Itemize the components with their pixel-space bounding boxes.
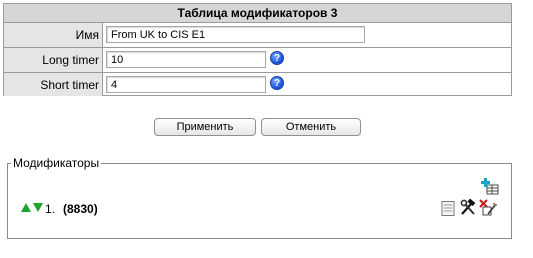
apply-button[interactable]: Применить bbox=[154, 118, 256, 136]
short-timer-label: Short timer bbox=[4, 73, 103, 96]
modifiers-legend: Модификаторы bbox=[11, 156, 102, 170]
form-row-long-timer: Long timer ? bbox=[4, 48, 511, 73]
long-timer-label: Long timer bbox=[4, 48, 103, 72]
arrow-down-icon[interactable] bbox=[33, 203, 43, 212]
name-label: Имя bbox=[4, 23, 103, 47]
item-index: 1. bbox=[45, 202, 56, 216]
short-timer-input[interactable] bbox=[106, 76, 266, 93]
help-icon[interactable]: ? bbox=[270, 76, 284, 90]
modifier-table-form: Таблица модификаторов 3 Имя Long timer ?… bbox=[3, 3, 512, 96]
long-timer-input[interactable] bbox=[106, 51, 266, 68]
add-modifier-icon[interactable] bbox=[481, 178, 499, 195]
tools-icon[interactable] bbox=[459, 199, 477, 216]
help-icon[interactable]: ? bbox=[270, 51, 284, 65]
form-title: Таблица модификаторов 3 bbox=[4, 4, 511, 23]
arrow-up-icon[interactable] bbox=[21, 203, 31, 212]
name-input[interactable] bbox=[106, 26, 365, 43]
delete-icon[interactable] bbox=[479, 199, 497, 216]
item-code: (8830) bbox=[63, 202, 98, 216]
form-row-name: Имя bbox=[4, 23, 511, 48]
cancel-button[interactable]: Отменить bbox=[261, 118, 361, 136]
document-icon[interactable] bbox=[441, 201, 455, 216]
modifiers-fieldset bbox=[7, 163, 512, 239]
form-row-short-timer: Short timer ? bbox=[4, 73, 511, 96]
